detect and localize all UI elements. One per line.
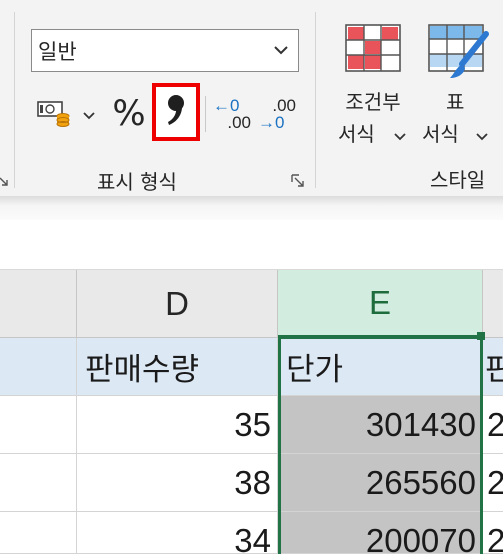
cell-f-row1[interactable]: 2 [483,396,503,454]
cell-c-row2[interactable] [0,454,77,512]
chevron-down-icon [394,126,406,145]
formula-bar[interactable] [0,220,503,270]
decrease-decimal-top: .00 [272,96,296,115]
increase-decimal-button[interactable]: ←0 .00 [213,94,251,134]
format-as-table-button[interactable]: 표 서식 [418,22,503,146]
increase-decimal-top: ←0 [213,96,240,115]
cell-d-row3[interactable]: 34 [77,512,278,554]
percent-style-button[interactable]: % [110,92,148,136]
percent-label: % [112,94,146,134]
chevron-down-icon [83,105,95,124]
conditional-formatting-label-2: 서식 [338,122,375,146]
conditional-formatting-button[interactable]: 조건부 서식 [336,22,410,146]
column-header-e[interactable]: E [278,270,483,338]
cell-c-row1[interactable] [0,396,77,454]
cell-e-row1[interactable]: 301430 [278,396,483,454]
number-format-dropdown[interactable]: 일반 [31,29,299,72]
format-as-table-label-1: 표 [446,90,465,114]
comma-style-button[interactable] [152,83,200,141]
tool-separator [205,96,206,132]
styles-group-label: 스타일 [430,168,486,192]
cell-c-header[interactable] [0,338,77,396]
cell-e-header[interactable]: 단가 [278,338,483,396]
chevron-down-icon [264,46,298,55]
conditional-formatting-icon [345,24,401,78]
dialog-launcher-icon[interactable] [0,173,10,189]
ribbon-shadow [0,196,503,220]
chevron-down-icon [476,126,488,145]
group-separator [14,12,15,188]
accounting-format-dropdown[interactable] [80,104,98,124]
column-header-d[interactable]: D [77,270,278,338]
number-format-value: 일반 [38,39,77,64]
cell-d-header[interactable]: 판매수량 [77,338,278,396]
fill-handle[interactable] [477,332,485,340]
group-separator [315,12,316,188]
cell-f-header[interactable]: 판 [483,338,503,396]
cell-f-row2[interactable]: 2 [483,454,503,512]
column-header-f[interactable] [483,270,503,338]
format-as-table-icon [428,24,490,84]
cell-c-row3[interactable] [0,512,77,554]
column-header-blank[interactable] [0,270,77,338]
accounting-format-icon [35,96,73,134]
cell-d-row1[interactable]: 35 [77,396,278,454]
accounting-format-button[interactable] [33,96,75,134]
cell-f-row3[interactable]: 2 [483,512,503,554]
ribbon: 일반 % ←0 .00 .00 →0 표시 형식 조건부 서식 표 서식 스타일 [0,0,503,196]
format-as-table-label-2: 서식 [422,122,459,146]
decrease-decimal-bottom: →0 [258,113,285,132]
dialog-launcher-icon[interactable] [290,173,306,189]
cell-d-row2[interactable]: 38 [77,454,278,512]
decrease-decimal-button[interactable]: .00 →0 [258,94,296,134]
increase-decimal-bottom: .00 [227,113,251,132]
cell-e-row3[interactable]: 200070 [278,512,483,554]
number-group-label: 표시 형식 [97,170,177,194]
conditional-formatting-label-1: 조건부 [345,90,401,114]
cell-e-row2[interactable]: 265560 [278,454,483,512]
comma-icon [163,90,189,134]
